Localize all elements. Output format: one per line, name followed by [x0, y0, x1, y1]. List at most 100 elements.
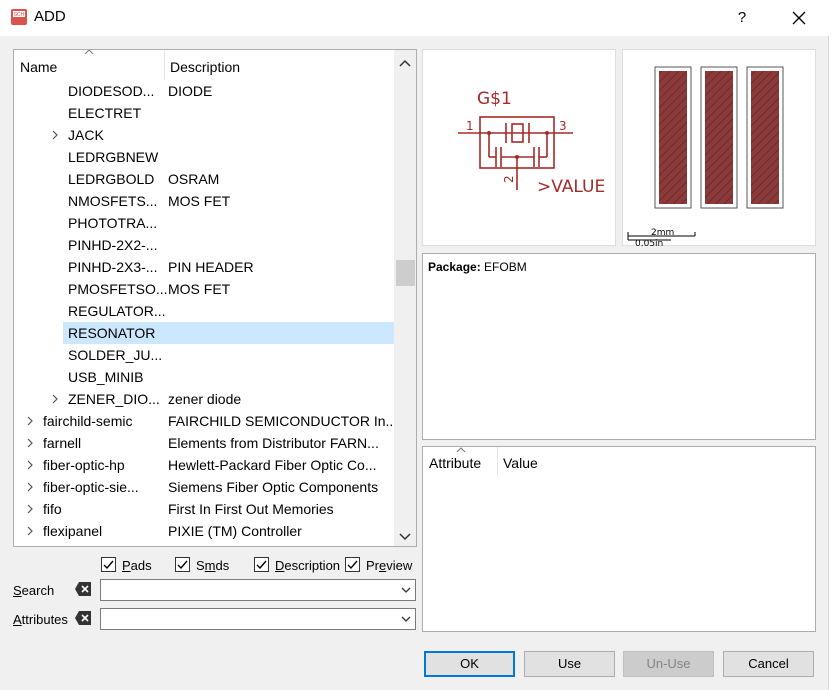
pin-3-label: 3	[559, 119, 567, 133]
chevron-right-icon[interactable]	[25, 526, 35, 536]
package-info: Package: EFOBM	[428, 260, 527, 274]
cancel-button[interactable]: Cancel	[723, 651, 814, 677]
tree-rows: DIODESOD... DIODE ELECTRET JACK LEDRGBNEW LED…	[14, 80, 398, 542]
scroll-up-icon[interactable]	[394, 54, 416, 74]
chevron-down-icon[interactable]	[401, 587, 411, 593]
pads-label: Pads	[122, 558, 152, 573]
checkbox-box[interactable]	[345, 557, 360, 572]
tree-row-name: LEDRGBNEW	[68, 149, 159, 165]
tree-row[interactable]: farnell Elements from Distributor FARN...	[14, 432, 398, 454]
junction-dot	[545, 131, 549, 135]
chevron-right-icon[interactable]	[25, 460, 35, 470]
tree-row[interactable]: LEDRGBNEW	[14, 146, 398, 168]
pad-1	[654, 66, 692, 209]
tree-row[interactable]: RESONATOR	[14, 322, 398, 344]
tree-row-name: NMOSFETS...	[68, 193, 158, 209]
checkbox-box[interactable]	[254, 557, 269, 572]
clear-search-icon[interactable]	[74, 581, 92, 597]
attribute-table[interactable]: Attribute Value	[422, 446, 816, 632]
search-input[interactable]	[100, 579, 416, 601]
column-divider[interactable]	[497, 447, 498, 477]
column-header-attribute[interactable]: Attribute	[429, 455, 481, 471]
tree-row-name: flexipanel	[43, 523, 103, 539]
tree-row[interactable]: PINHD-2X2-...	[14, 234, 398, 256]
pad-2	[700, 66, 738, 209]
column-header-value[interactable]: Value	[503, 455, 538, 471]
clear-attributes-icon[interactable]	[74, 610, 92, 626]
tree-row[interactable]: PMOSFETSO... MOS FET	[14, 278, 398, 300]
scroll-thumb[interactable]	[396, 260, 415, 286]
title-bar: SCH ADD ?	[0, 0, 834, 36]
tree-row[interactable]: USB_MINIB	[14, 366, 398, 388]
tree-row[interactable]: ELECTRET	[14, 102, 398, 124]
tree-row[interactable]: NMOSFETS... MOS FET	[14, 190, 398, 212]
tree-scrollbar[interactable]	[394, 50, 416, 546]
chevron-right-icon[interactable]	[25, 416, 35, 426]
tree-row[interactable]: fifo First In First Out Memories	[14, 498, 398, 520]
tree-row[interactable]: LEDRGBOLD OSRAM	[14, 168, 398, 190]
chevron-right-icon[interactable]	[25, 482, 35, 492]
library-tree[interactable]: Name Description DIODESOD... DIODE ELECTRE…	[13, 49, 417, 547]
tree-row[interactable]: PINHD-2X3-... PIN HEADER	[14, 256, 398, 278]
tree-row[interactable]: DIODESOD... DIODE	[14, 80, 398, 102]
help-button[interactable]: ?	[728, 4, 756, 32]
tree-row-description: MOS FET	[168, 281, 231, 297]
package-info-panel: Package: EFOBM	[422, 253, 816, 440]
svg-text:SCH: SCH	[14, 12, 25, 18]
symbol-preview: G$1 >VALUE 1 3 2	[422, 49, 616, 246]
tree-row-name: PHOTOTRA...	[68, 215, 158, 231]
ok-button[interactable]: OK	[424, 651, 515, 677]
package-preview: 2mm 0.05in	[622, 49, 816, 249]
chevron-right-icon[interactable]	[25, 504, 35, 514]
tree-row-name: fiber-optic-hp	[43, 457, 125, 473]
tree-row-description: PIXIE (TM) Controller	[168, 523, 302, 539]
tree-row[interactable]: fairchild-semic FAIRCHILD SEMICONDUCTOR I…	[14, 410, 398, 432]
preview-label: Preview	[366, 558, 413, 573]
tree-row-name: fairchild-semic	[43, 413, 133, 429]
chevron-right-icon[interactable]	[25, 438, 35, 448]
app-icon: SCH	[11, 9, 27, 25]
tree-row[interactable]: fiber-optic-hp Hewlett-Packard Fiber Opti…	[14, 454, 398, 476]
chevron-down-icon[interactable]	[401, 616, 411, 622]
tree-row-description: Elements from Distributor FARN...	[168, 435, 379, 451]
chevron-right-icon[interactable]	[50, 394, 60, 404]
tree-row[interactable]: SOLDER_JU...	[14, 344, 398, 366]
tree-row-name: USB_MINIB	[68, 369, 144, 385]
tree-row-name: farnell	[43, 435, 82, 451]
tree-row-description: zener diode	[168, 391, 242, 407]
column-divider[interactable]	[164, 50, 165, 80]
checkbox-box[interactable]	[101, 557, 116, 572]
tree-row[interactable]: ZENER_DIO... zener diode	[14, 388, 398, 410]
check-icon	[347, 560, 358, 570]
column-header-description[interactable]: Description	[170, 59, 240, 75]
use-button[interactable]: Use	[524, 651, 615, 677]
smds-label: Smds	[196, 558, 230, 573]
window-title: ADD	[34, 8, 66, 25]
attributes-label: Attributes	[13, 612, 68, 627]
scroll-down-icon[interactable]	[394, 526, 416, 546]
tree-row-name: PINHD-2X2-...	[68, 237, 158, 253]
tree-row[interactable]: JACK	[14, 124, 398, 146]
scale-mm-label: 2mm	[651, 228, 674, 238]
tree-row[interactable]: flexipanel PIXIE (TM) Controller	[14, 520, 398, 542]
tree-row-name: RESONATOR	[68, 325, 156, 341]
tree-row-name: ZENER_DIO...	[68, 391, 160, 407]
tree-row-description: Siemens Fiber Optic Components	[168, 479, 379, 495]
tree-row-description: MOS FET	[168, 193, 231, 209]
tree-row[interactable]: PHOTOTRA...	[14, 212, 398, 234]
pin-1-label: 1	[466, 119, 474, 133]
tree-row[interactable]: fiber-optic-sie... Siemens Fiber Optic Co…	[14, 476, 398, 498]
tree-row-name: PINHD-2X3-...	[68, 259, 158, 275]
sort-ascending-icon	[456, 447, 466, 453]
tree-row[interactable]: REGULATOR...	[14, 300, 398, 322]
attributes-input[interactable]	[100, 608, 416, 630]
check-icon	[177, 560, 188, 570]
tree-row-name: REGULATOR...	[68, 303, 166, 319]
checkbox-box[interactable]	[175, 557, 190, 572]
column-header-name[interactable]: Name	[20, 59, 57, 75]
pad-3	[746, 66, 784, 209]
close-icon[interactable]	[785, 4, 813, 32]
tree-row-name: DIODESOD...	[68, 83, 155, 99]
chevron-right-icon[interactable]	[50, 130, 60, 140]
unuse-button[interactable]: Un-Use	[623, 651, 714, 677]
